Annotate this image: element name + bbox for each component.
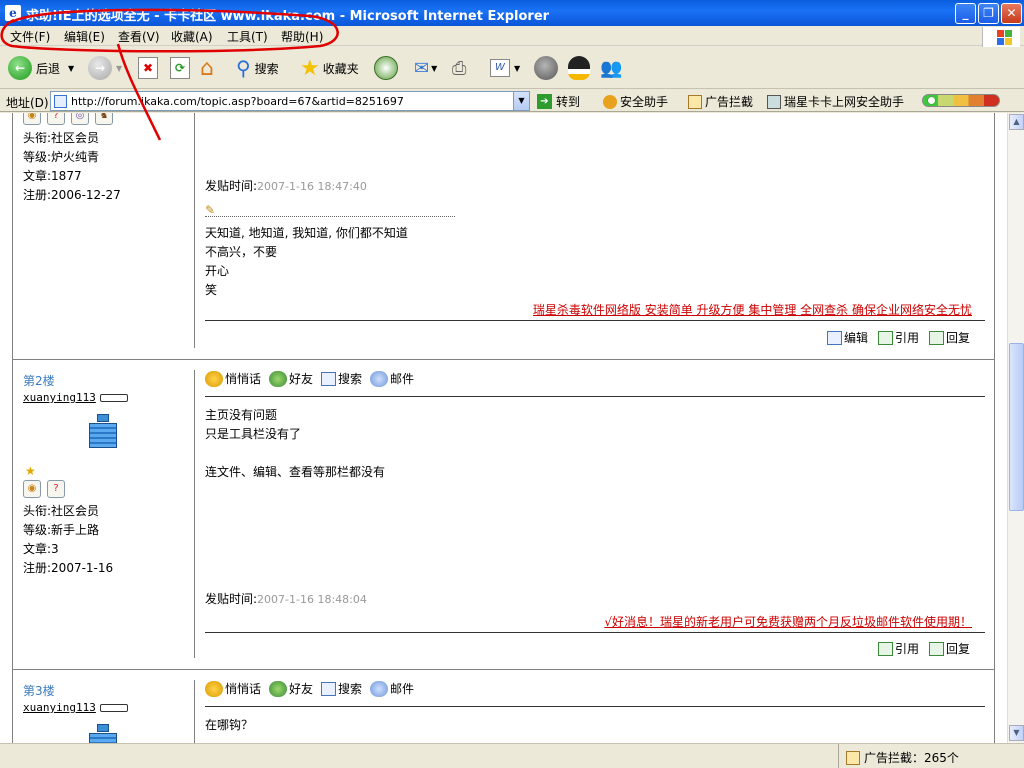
annotation-arrow [116, 43, 162, 141]
ie-window: e 求助!IE上的选项全无 - 卡卡社区 www.ikaka.com - Mic… [0, 0, 1024, 768]
annotation-overlay [0, 8, 339, 141]
annotation-circle [0, 8, 339, 53]
